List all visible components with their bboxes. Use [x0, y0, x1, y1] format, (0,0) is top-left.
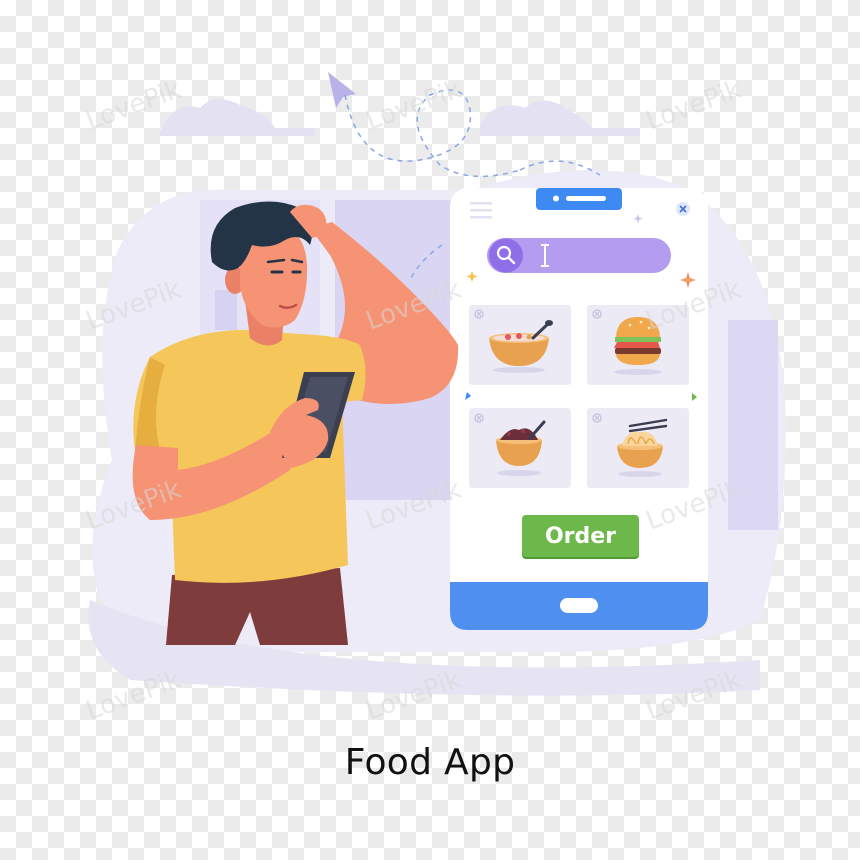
cloud-right [480, 100, 640, 136]
caption-title: Food App [344, 742, 516, 783]
phone-speaker [566, 196, 606, 201]
phone-camera [553, 195, 559, 202]
svg-text:LovePik: LovePik [362, 75, 465, 137]
cloud-left [160, 99, 315, 136]
illustration: LovePik LovePik LovePik LovePik LovePik … [82, 72, 786, 727]
paper-plane-icon [328, 72, 356, 108]
phone-home-button [560, 598, 598, 613]
search-icon-bg [489, 238, 523, 273]
bg-window-left [215, 290, 237, 330]
menu-icon [470, 202, 492, 219]
svg-text:LovePik: LovePik [642, 75, 745, 137]
close-icon [676, 202, 690, 216]
order-button[interactable]: Order [522, 515, 639, 557]
